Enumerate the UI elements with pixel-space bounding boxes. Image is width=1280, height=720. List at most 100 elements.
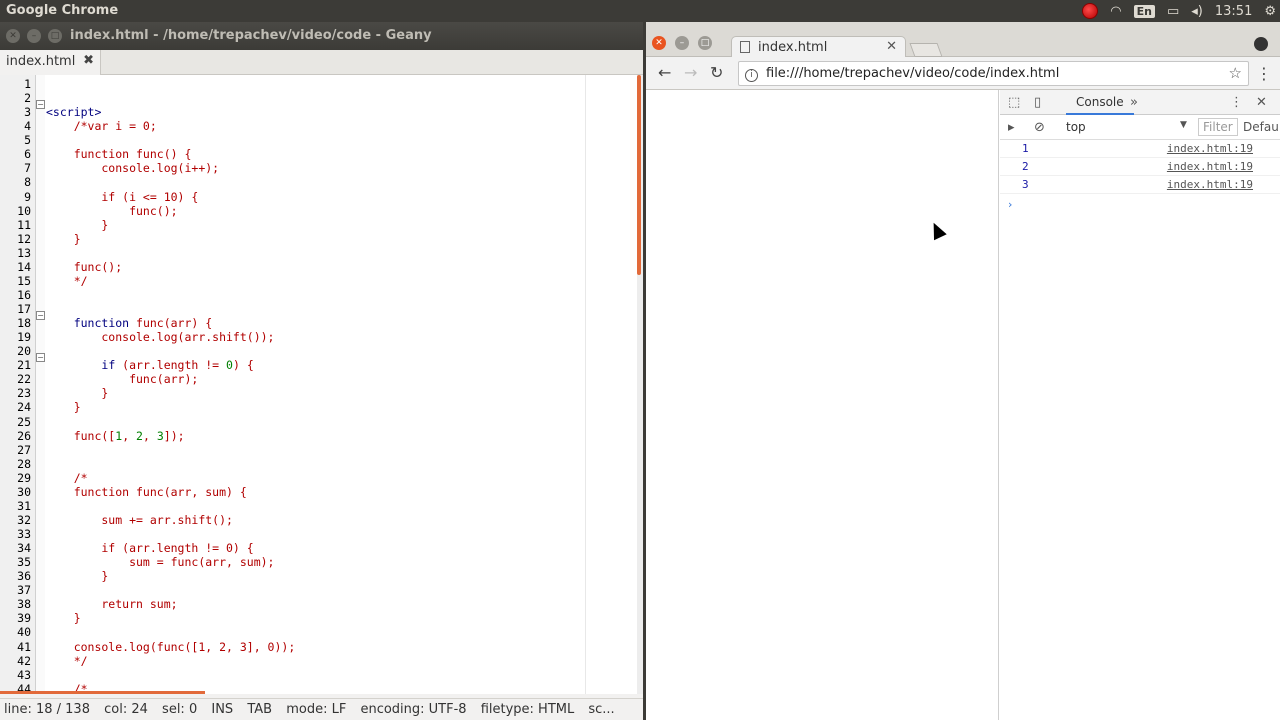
reload-icon[interactable]: ↻ — [710, 63, 723, 82]
code-line[interactable] — [46, 344, 295, 358]
volume-icon[interactable]: ◂) — [1191, 4, 1203, 19]
log-level-selector[interactable]: Defau — [1243, 120, 1279, 134]
code-editor[interactable]: 1 2 3 4 5 6 7 8 9 10 11 12 13 14 15 16 17 18 19 20 21 22 23 24 2… — [0, 75, 643, 694]
code-line[interactable]: console.log(i++); — [46, 161, 295, 175]
code-line[interactable] — [46, 668, 295, 682]
code-line[interactable]: /* — [46, 471, 295, 485]
vertical-scrollbar-thumb[interactable] — [637, 75, 641, 275]
code-line[interactable]: /*var i = 0; — [46, 119, 295, 133]
console-prompt[interactable]: › — [1008, 198, 1012, 211]
close-tab-icon[interactable]: ✕ — [886, 39, 897, 54]
fold-toggle-icon[interactable]: − — [36, 100, 45, 109]
new-tab-button[interactable] — [909, 43, 943, 57]
fold-toggle-icon[interactable]: − — [36, 353, 45, 362]
code-line[interactable]: sum += arr.shift(); — [46, 513, 295, 527]
code-line[interactable] — [46, 625, 295, 639]
code-line[interactable]: */ — [46, 654, 295, 668]
geany-titlebar[interactable]: ✕ – □ index.html - /home/trepachev/video… — [0, 22, 643, 50]
back-arrow-icon[interactable]: ← — [658, 63, 671, 82]
code-line[interactable]: } — [46, 400, 295, 414]
system-tray: ◠ En ▭ ◂) 13:51 ⚙ — [1082, 0, 1276, 22]
code-line[interactable] — [46, 246, 295, 260]
maximize-window-icon[interactable]: □ — [698, 36, 712, 50]
settings-gear-icon[interactable]: ⚙ — [1264, 4, 1276, 19]
chrome-menu-icon[interactable]: ⋮ — [1256, 64, 1272, 83]
code-line[interactable]: func(); — [46, 260, 295, 274]
code-line[interactable]: console.log(func([1, 2, 3], 0)); — [46, 640, 296, 654]
show-sidebar-icon[interactable]: ▸ — [1008, 120, 1015, 135]
code-line[interactable] — [46, 288, 295, 302]
code-line[interactable]: function func(arr) { — [46, 316, 295, 330]
code-line[interactable] — [46, 415, 295, 429]
code-line[interactable]: } — [46, 569, 295, 583]
editor-tab-index-html[interactable]: index.html ✖ — [0, 50, 101, 75]
code-line[interactable]: sum = func(arr, sum); — [46, 555, 295, 569]
minimize-window-icon[interactable]: – — [675, 36, 689, 50]
browser-tab-index-html[interactable]: index.html ✕ — [731, 36, 906, 58]
bookmark-star-icon[interactable]: ☆ — [1229, 64, 1242, 82]
page-viewport[interactable] — [646, 90, 999, 720]
device-toolbar-icon[interactable]: ▯ — [1034, 95, 1041, 110]
inspect-element-icon[interactable]: ⬚ — [1008, 95, 1020, 110]
code-line[interactable]: } — [46, 218, 295, 232]
devtools-menu-icon[interactable]: ⋮ — [1230, 95, 1243, 110]
log-source-link[interactable]: index.html:19 — [1167, 142, 1253, 155]
tab-console[interactable]: Console — [1066, 90, 1134, 115]
more-tabs-chevron-icon[interactable]: » — [1130, 95, 1138, 110]
code-line[interactable] — [46, 91, 295, 105]
code-line[interactable]: } — [46, 232, 295, 246]
code-line[interactable]: func([1, 2, 3]); — [46, 429, 295, 443]
code-line[interactable]: func(arr); — [46, 372, 295, 386]
code-line[interactable]: } — [46, 386, 295, 400]
context-selector[interactable]: top — [1066, 120, 1086, 134]
close-tab-icon[interactable]: ✖ — [83, 53, 94, 68]
log-source-link[interactable]: index.html:19 — [1167, 160, 1253, 173]
code-line[interactable]: } — [46, 611, 295, 625]
code-line[interactable]: func(); — [46, 204, 295, 218]
close-window-icon[interactable]: ✕ — [652, 36, 666, 50]
code-line[interactable]: function func() { — [46, 147, 295, 161]
code-content[interactable]: <script> /*var i = 0; function func() { … — [46, 77, 295, 694]
address-bar[interactable]: i file:///home/trepachev/video/code/index… — [738, 61, 1249, 86]
horizontal-scrollbar-thumb[interactable] — [0, 691, 205, 694]
chrome-tabstrip[interactable]: ✕ – □ index.html ✕ — [646, 22, 1280, 58]
code-line[interactable] — [46, 77, 295, 91]
code-line[interactable] — [46, 443, 295, 457]
geany-window: ✕ – □ index.html - /home/trepachev/video… — [0, 22, 643, 720]
code-line[interactable] — [46, 302, 295, 316]
close-devtools-icon[interactable]: ✕ — [1256, 95, 1267, 110]
console-filter-input[interactable]: Filter — [1198, 118, 1238, 136]
code-line[interactable]: */ — [46, 274, 295, 288]
code-line[interactable] — [46, 133, 295, 147]
code-line[interactable] — [46, 499, 295, 513]
record-icon[interactable] — [1082, 3, 1099, 19]
clock[interactable]: 13:51 — [1215, 4, 1252, 19]
code-line[interactable]: function func(arr, sum) { — [46, 485, 295, 499]
minimize-window-icon[interactable]: – — [27, 29, 41, 43]
context-dropdown-icon[interactable]: ▼ — [1180, 120, 1187, 130]
battery-icon[interactable]: ▭ — [1167, 4, 1179, 19]
log-value: 3 — [1022, 178, 1029, 191]
wifi-icon[interactable]: ◠ — [1110, 4, 1121, 19]
site-info-icon[interactable]: i — [745, 69, 758, 82]
code-line[interactable] — [46, 175, 295, 189]
clear-console-icon[interactable]: ⊘ — [1034, 120, 1045, 135]
code-line[interactable]: console.log(arr.shift()); — [46, 330, 295, 344]
line-number: 38 — [17, 597, 31, 612]
code-line[interactable] — [46, 527, 295, 541]
code-line[interactable]: if (i <= 10) { — [46, 190, 295, 204]
log-source-link[interactable]: index.html:19 — [1167, 178, 1253, 191]
profile-icon[interactable] — [1254, 37, 1268, 51]
keyboard-layout-indicator[interactable]: En — [1133, 4, 1155, 18]
code-line[interactable] — [46, 583, 295, 597]
close-window-icon[interactable]: ✕ — [6, 29, 20, 43]
code-line[interactable]: if (arr.length != 0) { — [46, 358, 295, 372]
fold-toggle-icon[interactable]: − — [36, 311, 45, 320]
code-line[interactable] — [46, 457, 295, 471]
maximize-window-icon[interactable]: □ — [48, 29, 62, 43]
code-line[interactable]: if (arr.length != 0) { — [46, 541, 295, 555]
code-line[interactable]: <script> — [46, 105, 295, 119]
code-line[interactable]: return sum; — [46, 597, 295, 611]
forward-arrow-icon[interactable]: → — [684, 63, 697, 82]
line-number: 5 — [24, 133, 31, 148]
